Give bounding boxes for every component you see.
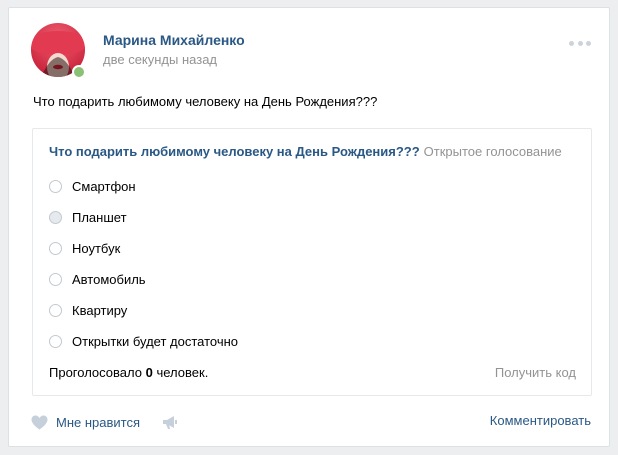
poll-option[interactable]: Смартфон <box>49 177 136 195</box>
author-name[interactable]: Марина Михайленко <box>103 32 245 48</box>
poll-option[interactable]: Квартиру <box>49 301 127 319</box>
avatar[interactable] <box>31 23 86 79</box>
radio-button[interactable] <box>49 334 62 348</box>
radio-button[interactable] <box>49 241 62 255</box>
votes-number: 0 <box>145 365 153 380</box>
poll: Что подарить любимому человеку на День Р… <box>32 128 592 396</box>
poll-option-label: Ноутбук <box>72 240 121 256</box>
like-label: Мне нравится <box>56 414 141 430</box>
poll-option-label: Планшет <box>72 209 127 225</box>
poll-vote-count: Проголосовало 0 человек. <box>49 365 208 380</box>
radio-button[interactable] <box>49 210 62 224</box>
post-time[interactable]: две секунды назад <box>103 52 217 67</box>
post-actions: Мне нравится <box>31 412 178 432</box>
megaphone-icon <box>163 415 178 429</box>
post-card: Марина Михайленко две секунды назад Что … <box>8 7 610 447</box>
poll-type: Открытое голосование <box>423 144 562 159</box>
poll-option[interactable]: Автомобиль <box>49 270 146 288</box>
radio-button[interactable] <box>49 303 62 317</box>
more-horizontal-icon[interactable] <box>569 40 591 46</box>
poll-option[interactable]: Ноутбук <box>49 239 120 257</box>
post-text: Что подарить любимому человеку на День Р… <box>33 94 378 109</box>
like-button[interactable]: Мне нравится <box>31 415 140 430</box>
votes-prefix: Проголосовало <box>49 365 142 380</box>
radio-button[interactable] <box>49 179 62 193</box>
radio-button[interactable] <box>49 272 62 286</box>
comment-button[interactable]: Комментировать <box>490 413 591 428</box>
poll-option-label: Смартфон <box>72 178 136 194</box>
poll-question: Что подарить любимому человеку на День Р… <box>49 144 420 159</box>
poll-option-label: Квартиру <box>72 302 128 318</box>
votes-suffix: человек. <box>156 365 209 380</box>
poll-header: Что подарить любимому человеку на День Р… <box>49 144 562 159</box>
get-code-link[interactable]: Получить код <box>495 365 576 380</box>
poll-option[interactable]: Планшет <box>49 208 127 226</box>
poll-option[interactable]: Открытки будет достаточно <box>49 332 238 350</box>
online-indicator <box>72 65 86 79</box>
heart-icon <box>31 415 48 429</box>
poll-option-label: Автомобиль <box>72 271 146 287</box>
poll-option-label: Открытки будет достаточно <box>72 333 239 349</box>
share-button[interactable] <box>162 415 178 430</box>
